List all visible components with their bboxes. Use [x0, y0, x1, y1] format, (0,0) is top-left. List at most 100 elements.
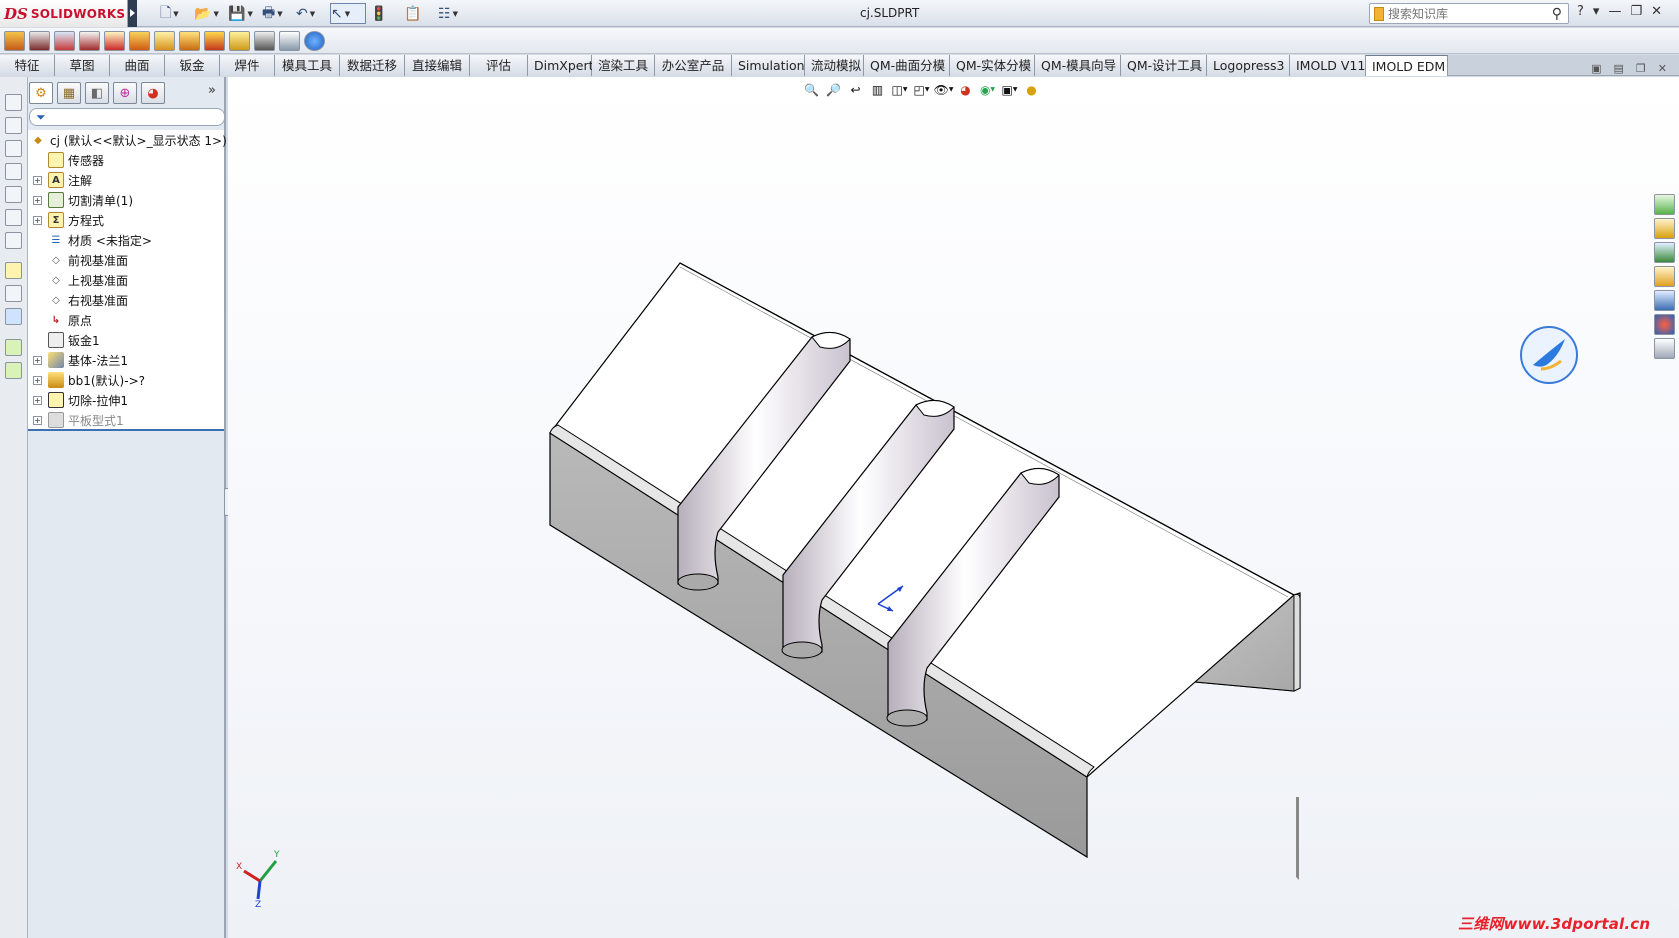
top-view-icon[interactable]	[5, 186, 22, 203]
tab-simulation[interactable]: Simulation	[732, 55, 805, 76]
tab-weldments[interactable]: 焊件	[220, 55, 275, 76]
chevron-down-icon[interactable]: ▼	[247, 10, 252, 18]
tab-qm-design-tools[interactable]: QM-设计工具	[1121, 55, 1207, 76]
cascade-icon[interactable]: ▤	[1614, 62, 1624, 75]
tab-qm-solid-parting[interactable]: QM-实体分模	[950, 55, 1035, 76]
search-input[interactable]	[1388, 6, 1528, 21]
right-view-icon[interactable]	[5, 163, 22, 180]
search-box[interactable]: ⚲	[1369, 3, 1569, 24]
bird-logo-icon[interactable]	[1519, 325, 1579, 385]
graphics-area[interactable]: 🔍 🔎 ↩ ▥ ◫ ▼ ◰ ▼ 👁 ▼ ◕ ◉ ▼ ▣ ▼ ● Y X Z 三维…	[228, 77, 1679, 938]
tab-office-products[interactable]: 办公室产品	[655, 55, 732, 76]
options-button[interactable]: ☷ ▼	[438, 3, 468, 24]
expand-icon[interactable]: +	[33, 216, 42, 225]
hat-icon[interactable]	[229, 31, 250, 51]
solidworks-logo[interactable]: DS SOLIDWORKS	[0, 0, 128, 27]
tree-item-part[interactable]: ◆ cj (默认<<默认>_显示状态 1>)	[28, 130, 227, 150]
feature-tree-tab[interactable]: ⚙	[29, 82, 53, 104]
minimize-icon[interactable]: —	[1608, 4, 1621, 19]
solidworks-resources-icon[interactable]	[1654, 194, 1675, 215]
printer-icon[interactable]	[254, 31, 275, 51]
configuration-manager-tab[interactable]: ◧	[85, 82, 109, 104]
open-button[interactable]: 📂 ▼	[194, 3, 224, 24]
report-icon[interactable]	[279, 31, 300, 51]
rebuild-button[interactable]: 🚦	[370, 3, 400, 24]
tab-qm-mold-wizard[interactable]: QM-模具向导	[1035, 55, 1121, 76]
tab-imold-edm[interactable]: IMOLD EDM	[1366, 55, 1448, 76]
globe-icon[interactable]	[304, 31, 325, 51]
tab-direct-editing[interactable]: 直接编辑	[405, 55, 470, 76]
tab-imold-v11[interactable]: IMOLD V11	[1290, 55, 1366, 76]
chevron-down-icon[interactable]: ▼	[345, 10, 350, 18]
tab-qm-surface-parting[interactable]: QM-曲面分模	[864, 55, 950, 76]
tab-sketch[interactable]: 草图	[55, 55, 110, 76]
chevron-down-icon[interactable]: ▼	[173, 10, 178, 18]
tree-item-forming-tool[interactable]: + bb1(默认)->?	[28, 370, 224, 390]
custom-properties-icon[interactable]	[1654, 338, 1675, 359]
tree-item-base-flange[interactable]: + 基体-法兰1	[28, 350, 224, 370]
tab-evaluate[interactable]: 评估	[470, 55, 528, 76]
bottom-view-icon[interactable]	[5, 209, 22, 226]
chevron-down-icon[interactable]: ▼	[453, 10, 458, 18]
view-palette-icon[interactable]	[1654, 290, 1675, 311]
restore-icon[interactable]: ❐	[1630, 4, 1642, 19]
sketch-icon[interactable]	[5, 262, 22, 279]
tree-item-annotations[interactable]: + A 注解	[28, 170, 224, 190]
new-document-button[interactable]: 🗋 ▼	[160, 3, 190, 24]
layer-properties-icon[interactable]	[5, 362, 22, 379]
property-manager-tab[interactable]: ▦	[57, 82, 81, 104]
palette-icon[interactable]	[79, 31, 100, 51]
routing-icon[interactable]	[104, 31, 125, 51]
feature-tree-filter[interactable]: ⏷	[29, 108, 225, 126]
tree-item-cut-extrude[interactable]: + 切除-拉伸1	[28, 390, 224, 410]
tab-features[interactable]: 特征	[0, 55, 55, 76]
design-library-icon[interactable]	[1654, 242, 1675, 263]
isometric-view-icon[interactable]	[5, 232, 22, 249]
chevron-down-icon[interactable]: ▼	[213, 10, 218, 18]
expand-icon[interactable]: +	[33, 196, 42, 205]
shield-icon[interactable]	[129, 31, 150, 51]
help-dropdown-icon[interactable]: ▾	[1593, 4, 1600, 19]
tree-item-sensors[interactable]: 传感器	[28, 150, 224, 170]
tool-icon[interactable]	[154, 31, 175, 51]
design-library-icon[interactable]	[204, 31, 225, 51]
tab-mold-tools[interactable]: 模具工具	[275, 55, 340, 76]
smart-dimension-icon[interactable]	[5, 285, 22, 302]
expand-icon[interactable]: +	[33, 376, 42, 385]
tab-dimxpert[interactable]: DimXpert	[528, 55, 594, 76]
tree-item-material[interactable]: ☰ 材质 <未指定>	[28, 230, 224, 250]
tab-data-migration[interactable]: 数据迁移	[340, 55, 405, 76]
part-model-view[interactable]	[228, 77, 1679, 938]
tree-item-flat-pattern[interactable]: + 平板型式1	[28, 410, 224, 430]
tree-item-front-plane[interactable]: ◇ 前视基准面	[28, 250, 224, 270]
undo-button[interactable]: ↶ ▼	[296, 3, 326, 24]
expand-icon[interactable]: +	[33, 176, 42, 185]
display-manager-tab[interactable]: ◕	[141, 82, 165, 104]
tree-item-origin[interactable]: ↳ 原点	[28, 310, 224, 330]
tree-item-top-plane[interactable]: ◇ 上视基准面	[28, 270, 224, 290]
chevron-down-icon[interactable]: ▼	[310, 10, 315, 18]
tab-sheet-metal[interactable]: 钣金	[165, 55, 220, 76]
expand-icon[interactable]: +	[33, 396, 42, 405]
appearances-icon[interactable]	[1654, 314, 1675, 335]
tab-logopress3[interactable]: Logopress3	[1207, 55, 1290, 76]
doc-close-icon[interactable]: ✕	[1658, 62, 1667, 75]
expand-icon[interactable]: +	[33, 356, 42, 365]
tree-item-cut-list[interactable]: + 切割清单(1)	[28, 190, 224, 210]
close-icon[interactable]: ✕	[1651, 4, 1662, 19]
more-tabs-icon[interactable]: »	[208, 83, 216, 98]
menu-flyout-arrow-icon[interactable]	[128, 0, 137, 27]
macro-icon[interactable]	[179, 31, 200, 51]
export-icon[interactable]	[54, 31, 75, 51]
tab-flow-simulation[interactable]: 流动模拟	[805, 55, 864, 76]
tab-surfaces[interactable]: 曲面	[110, 55, 165, 76]
layer-icon[interactable]	[5, 339, 22, 356]
tree-item-equations[interactable]: + Σ 方程式	[28, 210, 224, 230]
print-button[interactable]: 🖶 ▼	[262, 3, 292, 24]
tree-item-right-plane[interactable]: ◇ 右视基准面	[28, 290, 224, 310]
left-view-icon[interactable]	[5, 140, 22, 157]
drawing-icon[interactable]	[29, 31, 50, 51]
save-button[interactable]: 💾 ▼	[228, 3, 258, 24]
tree-item-sheet-metal[interactable]: 钣金1	[28, 330, 224, 350]
select-button[interactable]: ↖ ▼	[330, 3, 366, 24]
